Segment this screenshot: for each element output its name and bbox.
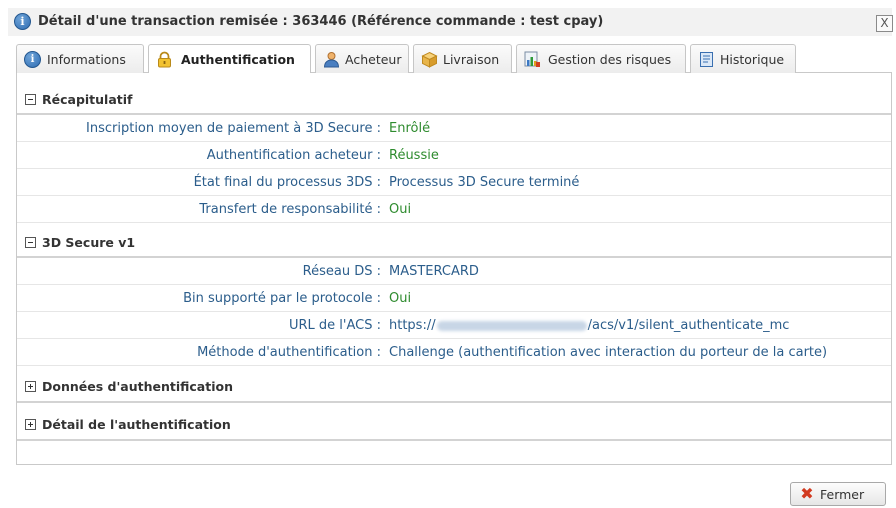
v1-rows: Réseau DS : MASTERCARD Bin supporté par … — [17, 258, 891, 366]
row-value: Réussie — [389, 148, 439, 163]
info-icon: i — [14, 13, 31, 30]
row-label: Authentification acheteur : — [206, 148, 381, 163]
tab-gestion-risques[interactable]: Gestion des risques — [516, 44, 686, 73]
section-divider — [17, 439, 891, 441]
row-value: Enrôlé — [389, 121, 431, 136]
row-value: Oui — [389, 202, 412, 217]
close-icon[interactable]: X — [876, 15, 893, 32]
transaction-detail-dialog: i Détail d'une transaction remisée : 363… — [0, 0, 896, 508]
tab-informations[interactable]: i Informations — [16, 44, 144, 73]
section-title: Détail de l'authentification — [42, 417, 231, 432]
detail-row: Authentification acheteur : Réussie — [17, 142, 891, 169]
section-3ds-v1-header[interactable]: 3D Secure v1 — [25, 235, 135, 253]
row-value: https:// /acs/v1/silent_authenticate_mc — [389, 318, 789, 333]
lock-icon — [156, 51, 173, 68]
row-label: Transfert de responsabilité : — [199, 202, 381, 217]
detail-row: État final du processus 3DS : Processus … — [17, 169, 891, 196]
row-label: État final du processus 3DS : — [193, 175, 381, 190]
row-label: Méthode d'authentification : — [197, 345, 381, 360]
tab-label: Historique — [720, 52, 785, 67]
detail-row: Réseau DS : MASTERCARD — [17, 258, 891, 285]
dialog-title: Détail d'une transaction remisée : 36344… — [38, 14, 604, 29]
expand-icon[interactable] — [25, 381, 36, 392]
tab-historique[interactable]: Historique — [690, 44, 796, 73]
recap-rows: Inscription moyen de paiement à 3D Secur… — [17, 115, 891, 223]
row-label: Réseau DS : — [302, 264, 381, 279]
tab-label: Gestion des risques — [548, 52, 672, 67]
row-value: Challenge (authentification avec interac… — [389, 345, 828, 360]
detail-row: Transfert de responsabilité : Oui — [17, 196, 891, 223]
row-label: Inscription moyen de paiement à 3D Secur… — [86, 121, 381, 136]
section-title: 3D Secure v1 — [42, 235, 136, 250]
row-value: MASTERCARD — [389, 264, 479, 279]
red-x-icon: ✖ — [800, 484, 814, 503]
detail-row: Bin supporté par le protocole : Oui — [17, 285, 891, 312]
row-value: Oui — [389, 291, 412, 306]
redacted-host — [436, 320, 587, 331]
section-recapitulatif-header[interactable]: Récapitulatif — [25, 92, 132, 110]
tab-acheteur[interactable]: Acheteur — [315, 44, 409, 73]
tab-label: Informations — [47, 52, 126, 67]
info-icon: i — [24, 51, 41, 68]
user-icon — [323, 51, 340, 68]
section-title: Récapitulatif — [42, 92, 133, 107]
package-icon — [421, 51, 438, 68]
row-label: URL de l'ACS : — [289, 318, 381, 333]
tab-label: Acheteur — [345, 52, 402, 67]
chart-icon — [524, 51, 541, 68]
tab-bar: i Informations Authentification Acheteur — [16, 44, 892, 74]
expand-icon[interactable] — [25, 419, 36, 430]
tab-livraison[interactable]: Livraison — [413, 44, 512, 73]
tab-content-panel: Récapitulatif Inscription moyen de paiem… — [16, 73, 892, 465]
tab-label: Livraison — [443, 52, 500, 67]
section-donnees-auth-header[interactable]: Données d'authentification — [25, 379, 233, 397]
detail-row: Méthode d'authentification : Challenge (… — [17, 339, 891, 366]
tab-authentification[interactable]: Authentification — [148, 44, 311, 74]
tab-label: Authentification — [181, 52, 295, 67]
detail-row: URL de l'ACS : https:// /acs/v1/silent_au… — [17, 312, 891, 339]
section-detail-auth-header[interactable]: Détail de l'authentification — [25, 417, 231, 435]
section-divider — [17, 401, 891, 403]
acs-url-prefix: https:// — [389, 318, 436, 333]
section-title: Données d'authentification — [42, 379, 233, 394]
row-value: Processus 3D Secure terminé — [389, 175, 580, 190]
collapse-icon[interactable] — [25, 94, 36, 105]
dialog-titlebar: i Détail d'une transaction remisée : 363… — [8, 8, 893, 36]
detail-row: Inscription moyen de paiement à 3D Secur… — [17, 115, 891, 142]
acs-url-suffix: /acs/v1/silent_authenticate_mc — [587, 318, 790, 333]
document-icon — [698, 51, 715, 68]
close-button[interactable]: ✖ Fermer — [790, 482, 886, 506]
close-button-label: Fermer — [820, 487, 865, 502]
row-label: Bin supporté par le protocole : — [183, 291, 381, 306]
collapse-icon[interactable] — [25, 237, 36, 248]
